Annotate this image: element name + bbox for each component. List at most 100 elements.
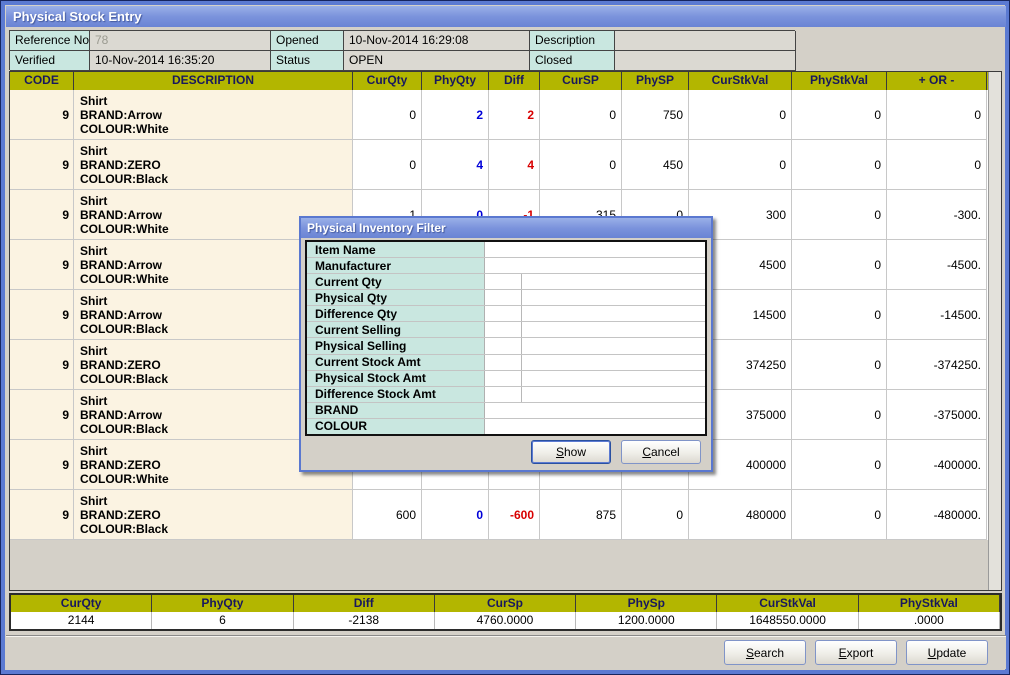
summary-value-curstkval: 1648550.0000: [717, 612, 858, 629]
physical-inventory-filter-dialog: Physical Inventory Filter Item NameManuf…: [299, 216, 713, 472]
filter-row-colour: COLOUR: [307, 419, 705, 434]
cell-phystkval: 0: [792, 190, 887, 240]
filter-row-item-name: Item Name: [307, 242, 705, 258]
window-titlebar: Physical Stock Entry: [6, 6, 1006, 27]
filter-fields-table: Item NameManufacturerCurrent QtyPhysical…: [305, 240, 707, 436]
cell-phyqty: 0: [422, 490, 489, 540]
status-label: Status: [271, 51, 344, 71]
cell-code: 9: [10, 90, 74, 140]
summary-value-physp: 1200.0000: [576, 612, 717, 629]
filter-input-brand[interactable]: [485, 403, 705, 418]
filter-input-current-stock-amt[interactable]: [522, 355, 705, 370]
cell-phystkval: 0: [792, 140, 887, 190]
cell-plus-or-minus: -400000.: [887, 440, 987, 490]
dialog-titlebar: Physical Inventory Filter: [301, 218, 711, 238]
closed-label: Closed: [530, 51, 615, 71]
cell-phyqty: 2: [422, 90, 489, 140]
filter-label-manufacturer: Manufacturer: [307, 258, 485, 273]
filter-label-brand: BRAND: [307, 403, 485, 418]
cell-plus-or-minus: -300.: [887, 190, 987, 240]
cell-plus-or-minus: -375000.: [887, 390, 987, 440]
cell-phystkval: 0: [792, 90, 887, 140]
filter-input-physical-selling-op[interactable]: [485, 338, 522, 353]
cell-plus-or-minus: 0: [887, 90, 987, 140]
column-header-description: DESCRIPTION: [74, 72, 353, 90]
search-button[interactable]: Search: [724, 640, 806, 665]
summary-col-phystkval: PhyStkVal: [859, 595, 1000, 612]
filter-row-physical-qty: Physical Qty: [307, 290, 705, 306]
filter-row-brand: BRAND: [307, 403, 705, 419]
verified-value: 10-Nov-2014 16:35:20: [90, 51, 271, 71]
cell-diff: -600: [489, 490, 540, 540]
stock-table-header: CODEDESCRIPTIONCurQtyPhyQtyDiffCurSPPhyS…: [10, 72, 988, 90]
filter-label-item-name: Item Name: [307, 242, 485, 257]
show-button[interactable]: Show: [531, 440, 611, 464]
filter-input-difference-stock-amt[interactable]: [522, 387, 705, 402]
column-header-cursp: CurSP: [540, 72, 622, 90]
filter-input-difference-stock-amt-op[interactable]: [485, 387, 522, 402]
column-header-phystkval: PhyStkVal: [792, 72, 887, 90]
filter-input-current-selling[interactable]: [522, 322, 705, 337]
filter-input-physical-selling[interactable]: [522, 338, 705, 353]
cell-code: 9: [10, 490, 74, 540]
summary-col-diff: Diff: [294, 595, 435, 612]
cell-phystkval: 0: [792, 490, 887, 540]
filter-input-colour[interactable]: [485, 419, 705, 434]
cell-cursp: 875: [540, 490, 622, 540]
filter-input-current-qty[interactable]: [522, 274, 705, 289]
filter-input-current-qty-op[interactable]: [485, 274, 522, 289]
cell-description: ShirtBRAND:ZEROCOLOUR:Black: [74, 140, 353, 190]
reference-no-value: 78: [90, 31, 271, 51]
column-header-or: + OR -: [887, 72, 987, 90]
filter-row-difference-stock-amt: Difference Stock Amt: [307, 387, 705, 403]
summary-value-diff: -2138: [294, 612, 435, 629]
cell-phystkval: 0: [792, 240, 887, 290]
cell-physp: 450: [622, 140, 689, 190]
cell-description: ShirtBRAND:ArrowCOLOUR:White: [74, 90, 353, 140]
filter-input-difference-qty-op[interactable]: [485, 306, 522, 321]
filter-input-item-name[interactable]: [485, 242, 705, 257]
column-header-curqty: CurQty: [353, 72, 422, 90]
filter-input-physical-qty-op[interactable]: [485, 290, 522, 305]
column-header-code: CODE: [10, 72, 74, 90]
cell-curqty: 600: [353, 490, 422, 540]
cell-curqty: 0: [353, 90, 422, 140]
summary-col-curqty: CurQty: [11, 595, 152, 612]
cell-cursp: 0: [540, 90, 622, 140]
summary-value-curqty: 2144: [11, 612, 152, 629]
filter-input-current-selling-op[interactable]: [485, 322, 522, 337]
cell-code: 9: [10, 390, 74, 440]
filter-label-colour: COLOUR: [307, 419, 485, 434]
cell-diff: 2: [489, 90, 540, 140]
table-row[interactable]: 9ShirtBRAND:ZEROCOLOUR:Black0440450000: [10, 140, 988, 190]
summary-value-phyqty: 6: [152, 612, 293, 629]
filter-row-physical-stock-amt: Physical Stock Amt: [307, 371, 705, 387]
cell-diff: 4: [489, 140, 540, 190]
filter-label-difference-stock-amt: Difference Stock Amt: [307, 387, 485, 402]
cell-physp: 0: [622, 490, 689, 540]
filter-input-current-stock-amt-op[interactable]: [485, 355, 522, 370]
table-row[interactable]: 9ShirtBRAND:ArrowCOLOUR:White0220750000: [10, 90, 988, 140]
filter-label-physical-selling: Physical Selling: [307, 338, 485, 353]
summary-col-cursp: CurSp: [435, 595, 576, 612]
table-right-filler: [988, 72, 1001, 590]
cell-plus-or-minus: -4500.: [887, 240, 987, 290]
summary-values-row: 21446-21384760.00001200.00001648550.0000…: [11, 612, 1000, 629]
cell-description: ShirtBRAND:ZEROCOLOUR:Black: [74, 490, 353, 540]
cancel-button[interactable]: Cancel: [621, 440, 701, 464]
opened-label: Opened: [271, 31, 344, 51]
column-header-diff: Diff: [489, 72, 540, 90]
update-button[interactable]: Update: [906, 640, 988, 665]
cell-phyqty: 4: [422, 140, 489, 190]
table-row[interactable]: 9ShirtBRAND:ZEROCOLOUR:Black6000-6008750…: [10, 490, 988, 540]
filter-input-manufacturer[interactable]: [485, 258, 705, 273]
filter-input-physical-stock-amt-op[interactable]: [485, 371, 522, 386]
filter-input-physical-qty[interactable]: [522, 290, 705, 305]
cell-code: 9: [10, 240, 74, 290]
filter-row-manufacturer: Manufacturer: [307, 258, 705, 274]
reference-header-panel: Reference No 78 Opened 10-Nov-2014 16:29…: [9, 30, 795, 70]
filter-input-difference-qty[interactable]: [522, 306, 705, 321]
filter-input-physical-stock-amt[interactable]: [522, 371, 705, 386]
filter-label-difference-qty: Difference Qty: [307, 306, 485, 321]
export-button[interactable]: Export: [815, 640, 897, 665]
